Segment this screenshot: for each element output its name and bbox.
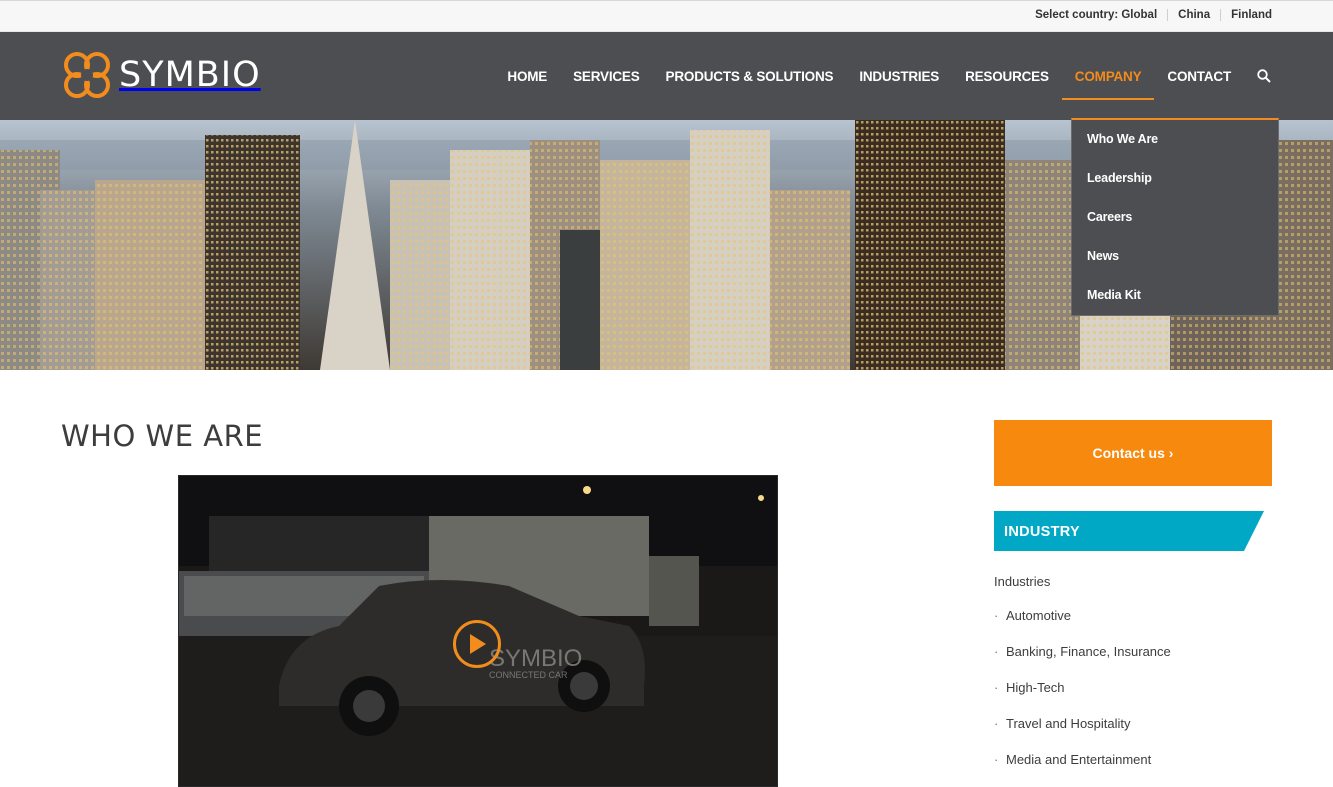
industry-link-media[interactable]: Media and Entertainment (1006, 752, 1151, 767)
bullet: · (994, 752, 999, 767)
main-nav: HOME SERVICES PRODUCTS & SOLUTIONS INDUS… (494, 32, 1333, 120)
symbio-knot-icon (64, 52, 110, 98)
video-player[interactable]: SYMBIO CONNECTED CAR (178, 475, 778, 787)
nav-products-solutions[interactable]: PRODUCTS & SOLUTIONS (653, 32, 847, 120)
list-item[interactable]: · Banking, Finance, Insurance (994, 641, 1171, 677)
nav-services[interactable]: SERVICES (560, 32, 652, 120)
video-overlay-subtitle: CONNECTED CAR (489, 670, 568, 680)
contact-us-button[interactable]: Contact us › (994, 420, 1272, 486)
bullet: · (994, 680, 999, 695)
industry-link-high-tech[interactable]: High-Tech (1006, 680, 1065, 695)
bullet: · (994, 716, 999, 731)
industry-link-travel[interactable]: Travel and Hospitality (1006, 716, 1131, 731)
nav-contact[interactable]: CONTACT (1154, 32, 1244, 120)
nav-resources[interactable]: RESOURCES (952, 32, 1062, 120)
divider (1220, 9, 1222, 21)
page-title: WHO WE ARE (61, 419, 264, 453)
bullet: · (994, 644, 999, 659)
menu-item-who-we-are[interactable]: Who We Are (1072, 120, 1278, 159)
country-bar: Select country: Global China Finland (0, 0, 1333, 32)
bullet: · (994, 608, 999, 623)
list-item[interactable]: · Travel and Hospitality (994, 713, 1171, 749)
menu-item-leadership[interactable]: Leadership (1072, 159, 1278, 198)
site-header: SYMBIO HOME SERVICES PRODUCTS & SOLUTION… (0, 32, 1333, 120)
video-overlay-brand: SYMBIO (489, 645, 582, 672)
nav-company[interactable]: COMPANY (1061, 32, 1155, 120)
play-button[interactable] (453, 620, 501, 668)
nav-industries[interactable]: INDUSTRIES (846, 32, 952, 120)
play-icon (470, 634, 486, 654)
industry-link-banking[interactable]: Banking, Finance, Insurance (1006, 644, 1171, 659)
search-icon (1257, 69, 1271, 83)
menu-item-careers[interactable]: Careers (1072, 198, 1278, 237)
country-china-link[interactable]: China (1178, 9, 1210, 21)
search-button[interactable] (1244, 32, 1284, 120)
country-finland-link[interactable]: Finland (1231, 9, 1272, 21)
list-item[interactable]: · High-Tech (994, 677, 1171, 713)
country-selector: Select country: Global China Finland (1035, 9, 1272, 21)
industry-heading-text: INDUSTRY (1004, 524, 1080, 540)
menu-item-news[interactable]: News (1072, 237, 1278, 276)
list-item[interactable]: · Media and Entertainment (994, 749, 1171, 785)
country-global-link[interactable]: Select country: Global (1035, 9, 1157, 21)
nav-home[interactable]: HOME (494, 32, 560, 120)
industry-link-automotive[interactable]: Automotive (1006, 608, 1071, 623)
company-dropdown-menu: Who We Are Leadership Careers News Media… (1071, 118, 1279, 316)
list-item[interactable]: · Automotive (994, 605, 1171, 641)
divider (1167, 9, 1169, 21)
industries-label: Industries (994, 574, 1051, 589)
logo-text: SYMBIO (119, 55, 261, 95)
industry-list: · Automotive · Banking, Finance, Insurance… (994, 605, 1171, 785)
menu-item-media-kit[interactable]: Media Kit (1072, 276, 1278, 315)
logo[interactable]: SYMBIO (61, 49, 261, 101)
industry-heading: INDUSTRY (994, 511, 1264, 551)
